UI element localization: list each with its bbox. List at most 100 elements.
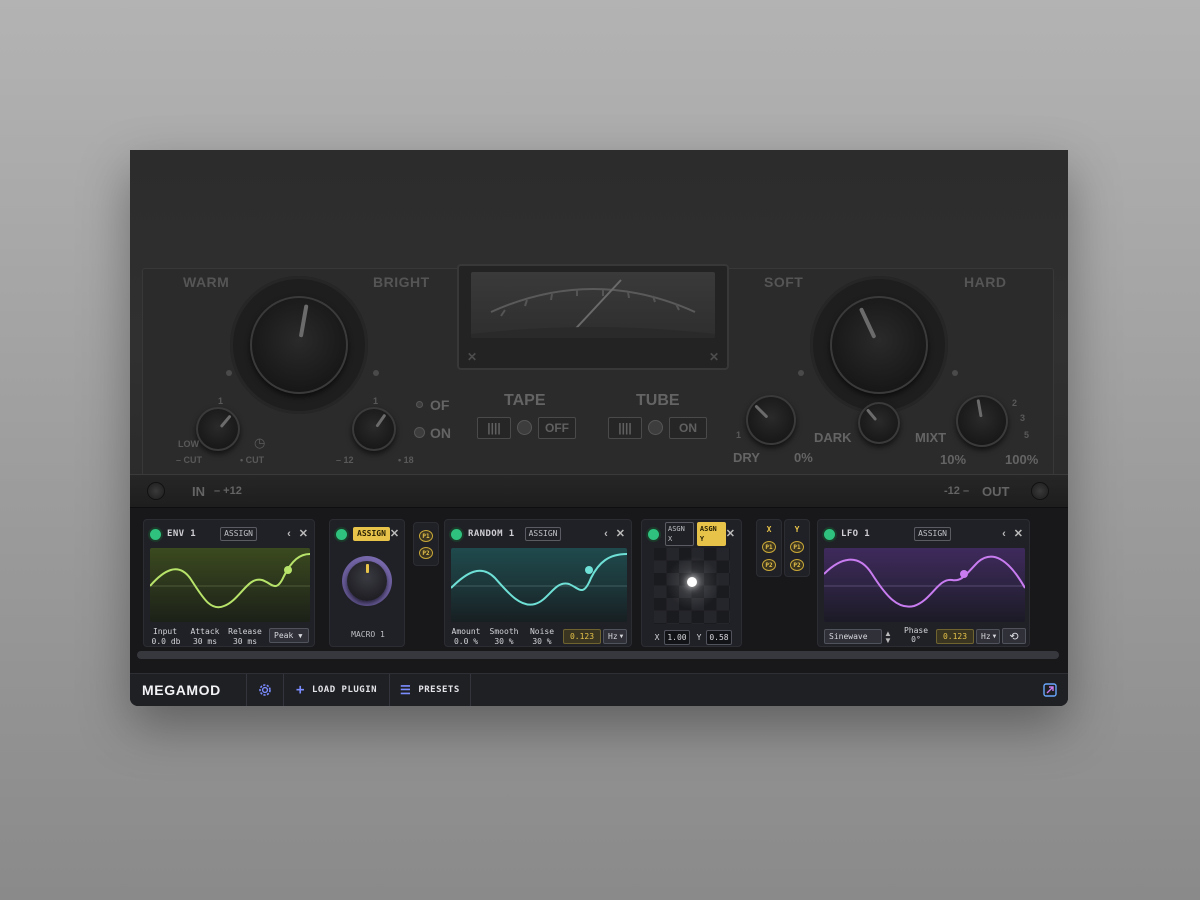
random-rate-input[interactable]: 0.123 (563, 629, 601, 644)
lfo-retrigger-button[interactable]: ⟲ (1002, 628, 1026, 644)
xy-y-value[interactable]: 0.58 (706, 630, 732, 645)
modulator-rack: ENV 1 ASSIGN ‹ ✕ Input 0.0 db Attack 30 … (130, 507, 1068, 673)
env-collapse-icon[interactable]: ‹ (287, 529, 291, 540)
low-one-label: 1 (218, 396, 224, 406)
random-smooth-value[interactable]: 30 % (487, 637, 521, 647)
lfo-unit-select[interactable]: Hz ▼ (976, 629, 1000, 644)
timer-icon: ◷ (254, 435, 266, 450)
random-title: RANDOM 1 (468, 529, 515, 539)
lfo-rate-input[interactable]: 0.123 (936, 629, 974, 644)
lfo-graph[interactable] (824, 548, 1025, 622)
macro-assign-button[interactable]: ASSIGN (353, 527, 390, 541)
env-release-value[interactable]: 30 ms (228, 637, 262, 647)
xy-x-label: X (654, 633, 660, 642)
lfo-collapse-icon[interactable]: ‹ (1002, 529, 1006, 540)
logo-text: MEGAMOD (142, 682, 221, 698)
pill-p1[interactable]: P1 (419, 530, 433, 542)
env-assign-button[interactable]: ASSIGN (220, 527, 257, 541)
lfo-close-icon[interactable]: ✕ (1014, 529, 1023, 540)
load-plugin-label: LOAD PLUGIN (311, 685, 378, 695)
env-modulator: ENV 1 ASSIGN ‹ ✕ Input 0.0 db Attack 30 … (143, 519, 315, 647)
tube-meter-button[interactable]: |||| (608, 417, 642, 439)
macro-close-icon[interactable]: ✕ (390, 529, 399, 540)
of-label[interactable]: OF (430, 397, 449, 413)
xy-assign-y-button[interactable]: ASGN Y (696, 522, 726, 546)
drive-knob[interactable] (352, 407, 396, 451)
screw-left (148, 483, 164, 499)
lfo-waveform (824, 555, 1025, 608)
in-value[interactable]: – +12 (214, 485, 242, 497)
resize-button[interactable] (1032, 674, 1068, 707)
dark-label: DARK (814, 430, 852, 445)
x-pill-p1[interactable]: P1 (762, 541, 776, 553)
tape-label: TAPE (504, 392, 546, 409)
tone-tick-right (373, 370, 379, 376)
rack-horizontal-scrollbar[interactable] (137, 651, 1059, 659)
mix-knob[interactable] (956, 395, 1008, 447)
env-mode-value: Peak (274, 631, 294, 640)
cut-right-label: • CUT (240, 455, 265, 465)
lfo-power-toggle[interactable] (824, 528, 835, 540)
random-close-icon[interactable]: ✕ (616, 529, 625, 540)
xy-pad[interactable] (654, 548, 730, 624)
lfo-assign-button[interactable]: ASSIGN (914, 527, 951, 541)
env-mode-select[interactable]: Peak ▼ (269, 628, 309, 643)
env-graph[interactable] (150, 548, 310, 622)
out-value[interactable]: -12 – (944, 485, 969, 497)
macro-power-toggle[interactable] (336, 528, 347, 540)
settings-button[interactable] (247, 674, 283, 707)
load-plugin-button[interactable]: + LOAD PLUGIN (284, 674, 389, 707)
dry-knob[interactable] (746, 395, 796, 445)
tape-toggle[interactable]: OFF (538, 417, 576, 439)
tube-toggle[interactable]: ON (669, 417, 707, 439)
saturation-knob[interactable] (830, 296, 928, 394)
y-pill-p1[interactable]: P1 (790, 541, 804, 553)
mix-value-left: 10% (940, 452, 967, 467)
random-noise-value[interactable]: 30 % (525, 637, 559, 647)
mixt-knob[interactable] (858, 402, 900, 444)
sat-tick-left (798, 370, 804, 376)
on-label[interactable]: ON (430, 425, 451, 441)
random-unit-select[interactable]: Hz ▼ (603, 629, 627, 644)
random-collapse-icon[interactable]: ‹ (604, 529, 608, 540)
warm-label: WARM (183, 274, 230, 290)
env-release-label: Release (228, 627, 262, 636)
pill-p2[interactable]: P2 (419, 547, 433, 559)
tube-label: TUBE (636, 392, 680, 409)
chevron-down-icon: ▼ (619, 633, 624, 640)
random-graph[interactable] (451, 548, 627, 622)
xy-x-value[interactable]: 1.00 (664, 630, 690, 645)
vu-screw-right: ✕ (709, 350, 720, 364)
macro-label: MACRO 1 (351, 630, 385, 639)
megamod-logo: MEGAMOD (130, 674, 246, 707)
random-assign-button[interactable]: ASSIGN (524, 527, 562, 541)
presets-button[interactable]: ☰ PRESETS (390, 674, 470, 707)
low-cut-knob[interactable] (196, 407, 240, 451)
env-attack-value[interactable]: 30 ms (188, 637, 222, 647)
toolbar-divider (469, 673, 471, 706)
tone-knob[interactable] (250, 296, 348, 394)
xy-power-toggle[interactable] (648, 528, 659, 540)
y-pill-p2[interactable]: P2 (790, 559, 804, 571)
random-power-toggle[interactable] (451, 528, 462, 540)
plus18-label: • 18 (398, 455, 414, 465)
lfo-shape-select[interactable]: Sinewave (824, 629, 882, 644)
macro-knob-indicator (366, 564, 369, 573)
random-amount-value[interactable]: 0.0 % (449, 637, 483, 647)
env-attack-label: Attack (190, 627, 220, 636)
x-pill-head: X (766, 524, 772, 534)
tape-meter-button[interactable]: |||| (477, 417, 511, 439)
on-led (414, 427, 425, 438)
env-input-value[interactable]: 0.0 db (148, 637, 184, 647)
lfo-phase-value[interactable]: 0° (898, 635, 934, 645)
macro-pill-group: P1 P2 (413, 522, 439, 566)
dry-value: 0% (794, 450, 813, 465)
lfo-shape-stepper-icon[interactable]: ▲ ▼ (884, 630, 892, 645)
env-power-toggle[interactable] (150, 528, 161, 540)
plus-icon: + (296, 682, 305, 698)
x-pill-p2[interactable]: P2 (762, 559, 776, 571)
env-close-icon[interactable]: ✕ (299, 529, 308, 540)
xy-assign-x-button[interactable]: ASGN X (665, 522, 694, 546)
xy-close-icon[interactable]: ✕ (726, 529, 735, 540)
xy-pad-handle[interactable] (687, 577, 697, 587)
